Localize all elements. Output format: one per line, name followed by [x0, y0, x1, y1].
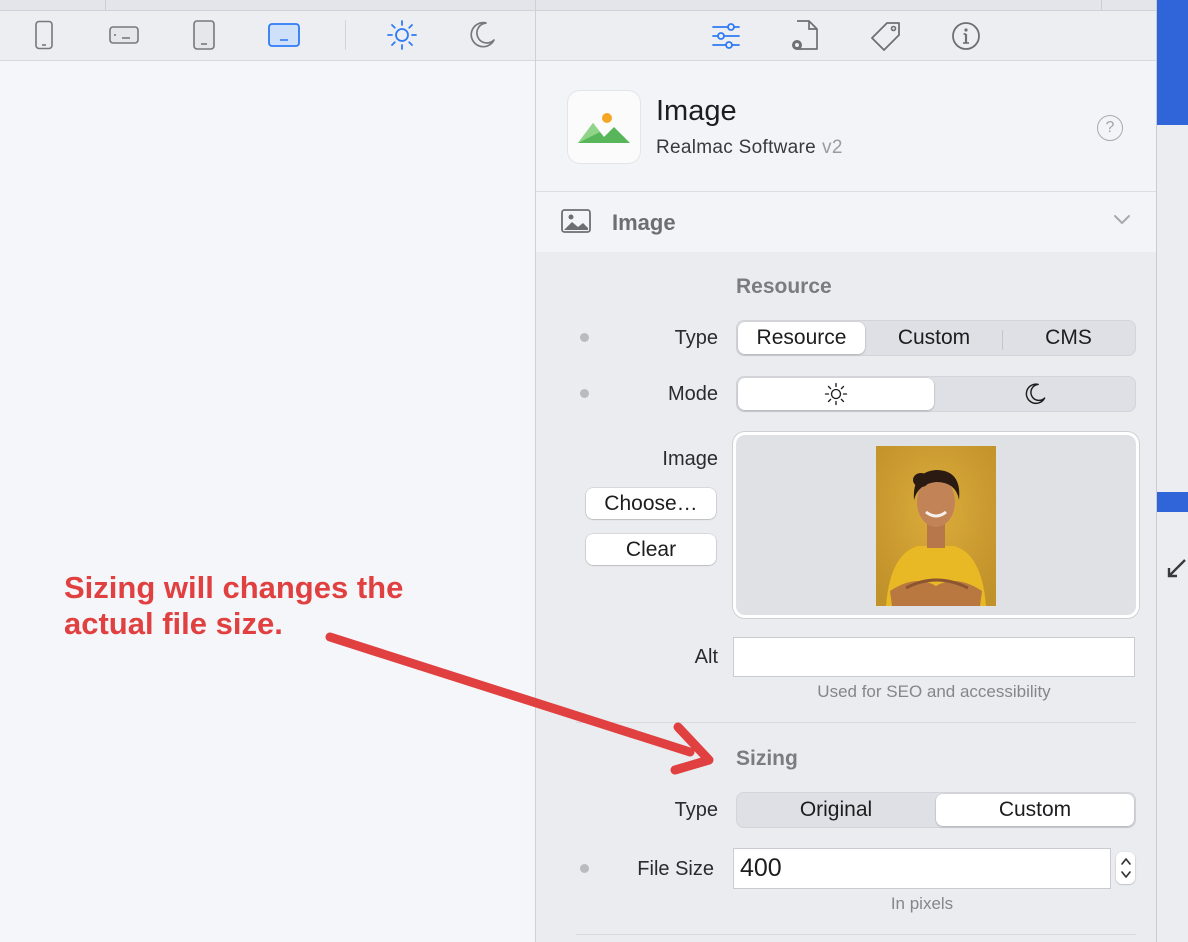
- group-divider: [576, 722, 1136, 723]
- tab-properties[interactable]: [707, 18, 745, 54]
- image-well[interactable]: [736, 435, 1136, 615]
- device-toolbar: [0, 0, 535, 61]
- tablet-portrait-icon: [193, 20, 215, 50]
- group-divider: [576, 934, 1136, 935]
- moon-icon: [1025, 383, 1046, 405]
- mode-option-light[interactable]: [738, 378, 934, 410]
- stepper-arrows-icon: [1120, 858, 1131, 878]
- type-option-cms[interactable]: CMS: [1003, 322, 1134, 354]
- inspector-tab-bar: [536, 0, 1157, 61]
- image-label: Image: [662, 448, 718, 470]
- portrait-photo-thumbnail: [876, 446, 996, 606]
- phone-icon: [35, 20, 53, 50]
- resize-arrow-icon: [1167, 559, 1186, 578]
- file-size-stepper[interactable]: [1116, 852, 1135, 884]
- tab-page-settings[interactable]: [785, 18, 823, 54]
- desktop-preview-button[interactable]: [264, 18, 304, 52]
- mode-label: Mode: [667, 383, 718, 405]
- tablet-portrait-preview-button[interactable]: [184, 18, 224, 52]
- chevron-down-icon: [1114, 215, 1130, 224]
- sizing-group-title: Sizing: [736, 747, 798, 770]
- image-plugin-icon: [568, 91, 640, 163]
- plugin-vendor-name: Realmac Software: [656, 137, 817, 158]
- sliders-icon: [712, 23, 740, 49]
- moon-icon: [470, 21, 495, 48]
- resource-type-label: Type: [674, 327, 718, 349]
- mode-segmented-control: [736, 376, 1136, 412]
- plugin-version: v2: [822, 137, 843, 158]
- sizing-option-custom[interactable]: Custom: [936, 794, 1134, 826]
- annotation-callout: Sizing will changes the actual file size…: [64, 570, 464, 642]
- tablet-landscape-preview-button[interactable]: [104, 18, 144, 52]
- file-size-hint: In pixels: [890, 894, 954, 913]
- page-settings-icon: [792, 20, 818, 50]
- tab-info[interactable]: [947, 18, 985, 54]
- inspector-panel: Image Realmac Software v2 ? Image Resourc…: [535, 0, 1157, 942]
- type-option-custom[interactable]: Custom: [867, 322, 1001, 354]
- alt-text-input[interactable]: [734, 638, 1134, 676]
- section-title: Image: [612, 210, 676, 235]
- mode-option-dark[interactable]: [936, 378, 1134, 410]
- clear-image-button[interactable]: Clear: [586, 534, 716, 565]
- sizing-type-label: Type: [674, 799, 718, 821]
- phone-preview-button[interactable]: [24, 18, 64, 52]
- tab-strip: [0, 0, 535, 11]
- info-icon: [952, 22, 980, 50]
- desktop-icon: [268, 23, 300, 47]
- annotation-line-2: actual file size.: [64, 606, 283, 641]
- sun-icon: [824, 382, 848, 406]
- plugin-header: Image Realmac Software v2 ?: [536, 61, 1157, 192]
- help-button[interactable]: ?: [1097, 115, 1123, 141]
- plugin-vendor: Realmac Software v2: [656, 137, 843, 159]
- alt-hint: Used for SEO and accessibility: [817, 682, 1051, 701]
- alt-label: Alt: [694, 646, 718, 668]
- file-size-input[interactable]: 400: [734, 849, 1110, 888]
- image-section-header[interactable]: Image: [536, 192, 1157, 252]
- type-option-resource[interactable]: Resource: [738, 322, 865, 354]
- choose-image-button[interactable]: Choose…: [586, 488, 716, 519]
- preview-canvas[interactable]: [0, 61, 535, 942]
- resource-group-title: Resource: [736, 275, 832, 298]
- sizing-option-original[interactable]: Original: [738, 794, 934, 826]
- toolbar-separator: [345, 20, 346, 50]
- sun-icon: [387, 20, 417, 50]
- tab-tags[interactable]: [867, 18, 905, 54]
- image-icon: [561, 209, 591, 233]
- dark-mode-button[interactable]: [462, 18, 502, 52]
- plugin-title: Image: [656, 95, 737, 127]
- sizing-type-segmented-control: Original Custom: [736, 792, 1136, 828]
- annotation-line-1: Sizing will changes the: [64, 570, 404, 605]
- tag-icon: [871, 22, 900, 51]
- light-mode-button[interactable]: [382, 18, 422, 52]
- resource-type-segmented-control: Resource Custom CMS: [736, 320, 1136, 356]
- file-size-label: File Size: [637, 858, 714, 880]
- adjacent-window-edge: [1156, 0, 1188, 942]
- tablet-landscape-icon: [109, 26, 139, 44]
